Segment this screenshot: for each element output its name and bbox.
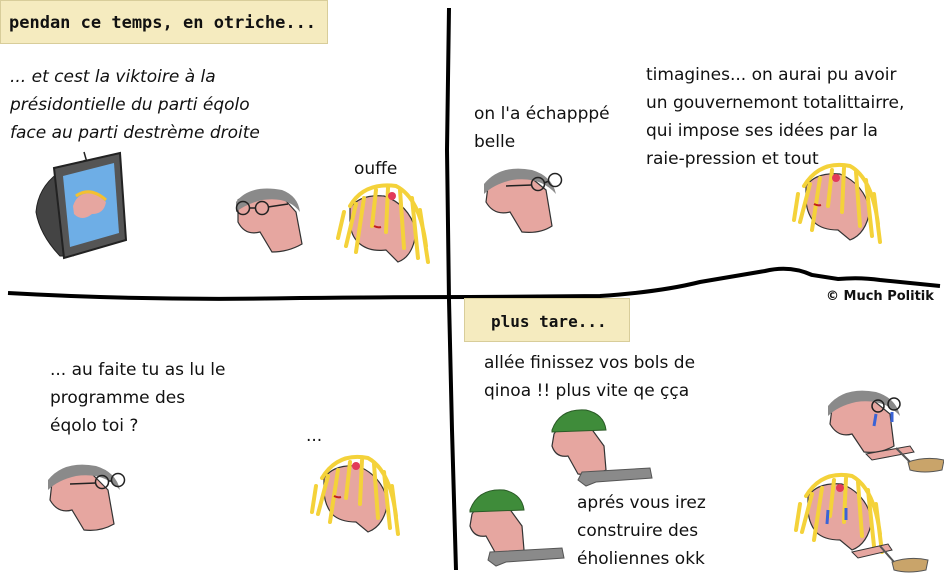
speech-line: belle	[474, 132, 516, 152]
tv-speech-line: présidontielle du parti éqolo	[10, 95, 250, 115]
woman-character-3	[310, 455, 400, 536]
speech-line: raie-pression et tout	[646, 149, 819, 169]
caption-panel4: plus tare...	[464, 298, 630, 342]
soldier-speech-1: allée finissez vos bols de qinoa !! plus…	[484, 349, 695, 405]
speech-line: on l'a échapppé	[474, 104, 610, 124]
speech-line: éqolo toi ?	[50, 416, 139, 436]
woman-speech-panel1: ouffe	[354, 159, 398, 179]
man-character-1	[235, 188, 303, 253]
man-character-2	[484, 168, 563, 233]
speech-line: un gouvernemont totalittairre,	[646, 93, 905, 113]
comic-strip: pendan ce temps, en otriche... plus tare…	[0, 0, 944, 577]
man-character-3	[48, 464, 126, 531]
crying-man-character	[828, 390, 944, 473]
man-speech-panel3: ... au faite tu as lu le programme des é…	[50, 356, 225, 440]
speech-line: ... au faite tu as lu le	[50, 360, 226, 380]
caption-panel1: pendan ce temps, en otriche...	[0, 0, 328, 44]
soldier-character-1	[551, 409, 653, 487]
speech-line: timagines... on aurai pu avoir	[646, 65, 897, 85]
speech-line: allée finissez vos bols de	[484, 353, 696, 373]
crying-woman-character	[794, 473, 929, 573]
speech-line: construire des	[577, 521, 699, 541]
man-speech-panel2: on l'a échapppé belle	[474, 100, 610, 156]
soldier-character-2	[469, 489, 565, 567]
speech-line: qui impose ses idées par la	[646, 121, 878, 141]
soldier-speech-2: aprés vous irez construire des éholienne…	[577, 489, 706, 573]
tv-speech-text: ... et cest la viktoire à la présidontie…	[10, 63, 260, 147]
speech-line: qinoa !! plus vite qe çça	[484, 381, 690, 401]
speech-line: aprés vous irez	[577, 493, 706, 513]
tv-icon	[35, 151, 128, 260]
copyright-label: © Much Politik	[826, 289, 934, 304]
woman-character-2	[792, 163, 882, 244]
speech-line: programme des	[50, 388, 186, 408]
tv-speech-line: ... et cest la viktoire à la	[10, 67, 216, 87]
woman-speech-panel3: ...	[306, 426, 323, 446]
tv-speech-line: face au parti destrème droite	[10, 123, 260, 143]
speech-line: éholiennes okk	[577, 549, 705, 569]
woman-character-1	[336, 183, 430, 264]
woman-speech-panel2: timagines... on aurai pu avoir un gouver…	[646, 61, 904, 173]
vertical-divider	[444, 7, 458, 571]
horizontal-divider	[7, 266, 941, 301]
